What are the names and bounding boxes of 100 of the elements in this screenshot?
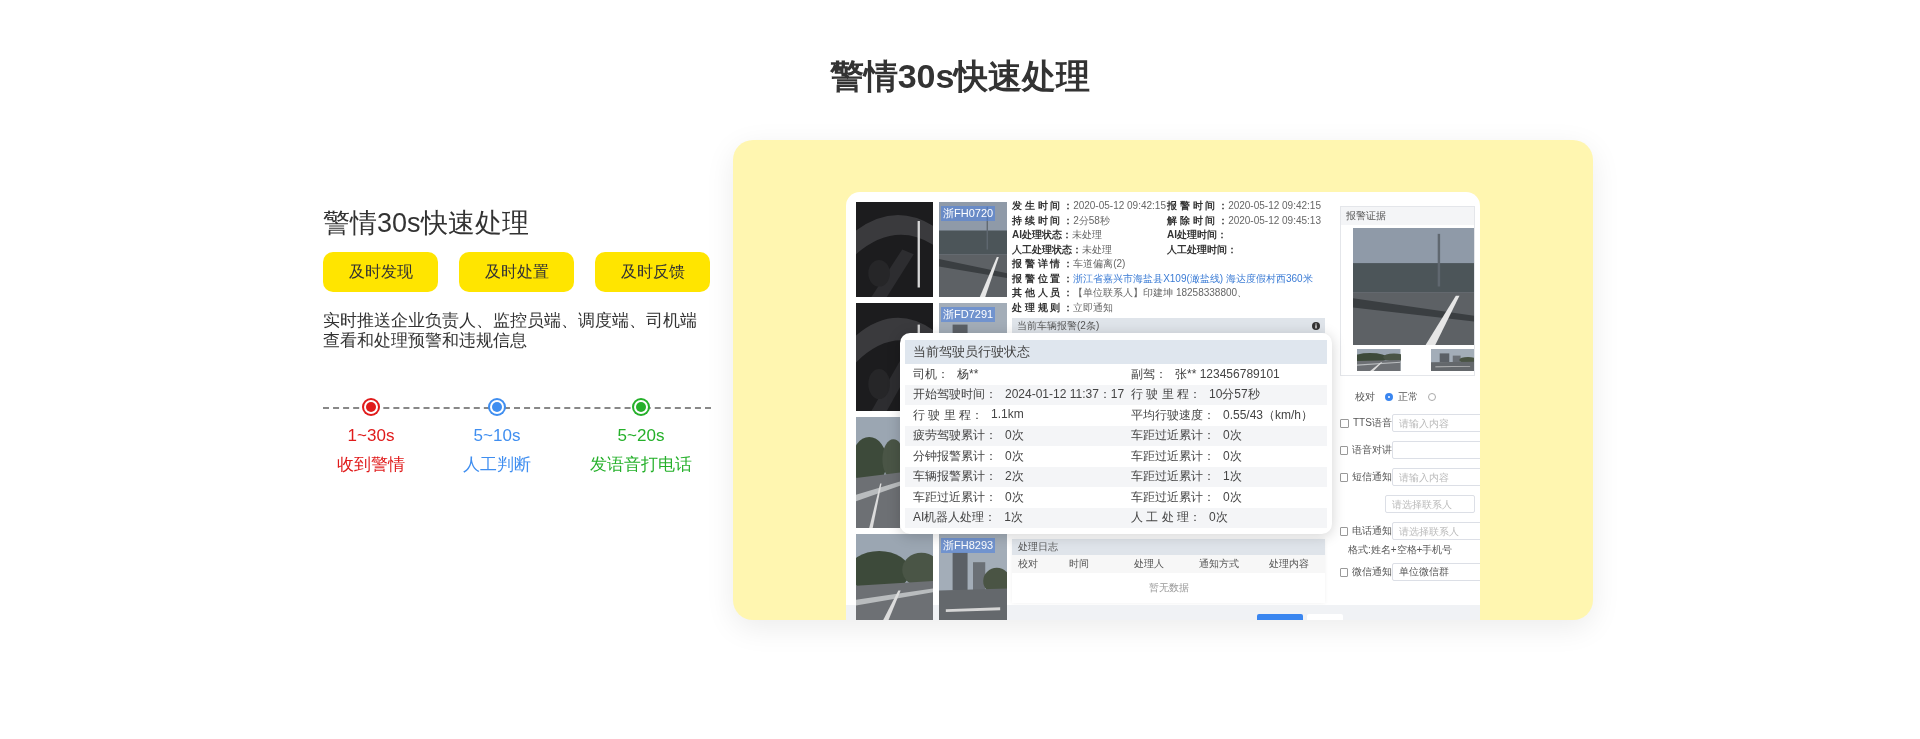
timeline-label: 人工判断 [463, 455, 531, 475]
column-header: 处理内容 [1268, 557, 1310, 571]
field-label: 报 警 位 置 ： [1012, 271, 1074, 286]
column-header: 通知方式 [1198, 557, 1240, 571]
page-title: 警情30s快速处理 [829, 56, 1091, 96]
field-value: 立即通知 [1073, 300, 1114, 315]
input-field[interactable]: 请选择联系人 [1392, 522, 1480, 540]
feature-description: 实时推送企业负责人、监控员端、调度端、司机端查看和处理预警和违规信息 [323, 310, 698, 350]
status-label: 车距过近累计： [913, 488, 997, 506]
field-label: 其 他 人 员 ： [1012, 286, 1074, 300]
status-value: 2024-01-12 11:37：17 [1005, 386, 1125, 404]
status-value: 10分57秒 [1209, 386, 1260, 404]
feature-tag: 及时处置 [459, 252, 574, 292]
info-icon[interactable] [1312, 321, 1320, 330]
timeline-time: 1~30s [347, 426, 395, 446]
feature-tag: 及时反馈 [595, 252, 710, 292]
column-header: 处理人 [1133, 557, 1165, 571]
status-label: 车距过近累计： [1131, 468, 1215, 486]
review-label: 校对 [1355, 390, 1375, 404]
column-header: 时间 [1068, 557, 1090, 571]
status-value: 1次 [1223, 468, 1242, 486]
notification-label: 电话通知 [1352, 524, 1392, 538]
field-value: 2020-05-12 09:42:15 [1073, 199, 1166, 213]
input-field[interactable]: 请输入内容 [1391, 414, 1480, 432]
status-value: 杨** [957, 365, 979, 383]
field-label: 人工处理状态： [1012, 242, 1082, 257]
location-link[interactable]: 浙江省嘉兴市海盐县X109(澉盐线) 海达度假村西360米 [1073, 271, 1313, 286]
field-value: 2分58秒 [1073, 213, 1110, 228]
field-value: 【单位联系人】印建坤 18258338800、 [1073, 286, 1248, 300]
evidence-title: 报警证据 [1346, 209, 1386, 223]
checkbox[interactable] [1340, 445, 1348, 455]
status-label: 司机： [913, 365, 949, 383]
notification-label: 微信通知 [1352, 565, 1392, 579]
status-label: 疲劳驾驶累计： [913, 427, 997, 445]
checkbox[interactable] [1340, 526, 1348, 536]
timeline-time: 5~10s [473, 426, 521, 446]
input-field[interactable]: 请选择联系人 [1385, 495, 1475, 513]
checkbox[interactable] [1340, 472, 1348, 482]
timeline-label: 发语音打电话 [590, 455, 692, 475]
status-label: AI机器人处理： [913, 509, 997, 527]
plate-label: 浙FH0720 [941, 206, 996, 221]
field-label: 解 除 时 间 ： [1167, 213, 1229, 228]
status-label: 行 驶 里 程： [1131, 386, 1201, 404]
field-label: AI处理状态： [1012, 228, 1072, 242]
field-label: 报 警 详 情 ： [1012, 257, 1074, 271]
notification-label: TTS语音 [1353, 416, 1392, 430]
status-label: 平均行驶速度： [1131, 406, 1215, 424]
status-value: 0次 [1005, 488, 1024, 506]
format-hint: 格式:姓名+空格+手机号 [1348, 543, 1454, 557]
status-value: 张** 123456789101 [1175, 365, 1280, 383]
status-label: 车距过近累计： [1131, 447, 1215, 465]
status-label: 开始驾驶时间： [913, 386, 997, 404]
notification-label: 短信通知 [1352, 470, 1392, 484]
alarm-bar-title: 当前车辆报警(2条) [1017, 318, 1100, 333]
status-value: 0次 [1223, 427, 1242, 445]
checkbox[interactable] [1340, 567, 1348, 577]
field-value: 未处理 [1072, 228, 1102, 242]
field-label: 人工处理时间： [1167, 242, 1237, 257]
status-value: 0次 [1005, 447, 1024, 465]
field-label: 持 续 时 间 ： [1012, 213, 1074, 228]
field-value: 2020-05-12 09:42:15 [1228, 199, 1321, 213]
input-field[interactable]: 单位微信群 [1392, 563, 1480, 581]
input-field[interactable] [1392, 441, 1480, 459]
plate-label: 浙FD7291 [941, 307, 996, 322]
feature-title: 警情30s快速处理 [323, 207, 530, 240]
status-label: 副驾： [1131, 365, 1167, 383]
log-title: 处理日志 [1018, 540, 1058, 554]
checkbox[interactable] [1340, 418, 1349, 428]
plate-label: 浙FH8293 [941, 538, 996, 553]
timeline-label: 收到警情 [337, 455, 405, 475]
status-label: 车辆报警累计： [913, 468, 997, 486]
status-value: 1.1km [991, 406, 1024, 423]
field-value: 车道偏离(2) [1073, 257, 1126, 271]
status-label: 分钟报警累计： [913, 447, 997, 465]
field-value: 2020-05-12 09:45:13 [1228, 213, 1321, 228]
field-label: 报 警 时 间 ： [1167, 199, 1229, 213]
status-value: 0次 [1223, 488, 1242, 506]
status-label: 人 工 处 理： [1131, 509, 1201, 527]
input-field[interactable]: 请输入内容 [1392, 468, 1480, 486]
empty-text: 暂无数据 [1148, 581, 1189, 595]
field-label: 处 理 规 则 ： [1012, 300, 1074, 315]
field-label: 发 生 时 间 ： [1012, 199, 1074, 213]
field-value: 未处理 [1082, 242, 1112, 257]
status-value: 0次 [1005, 427, 1024, 445]
status-value: 1次 [1004, 509, 1024, 527]
feature-tag: 及时发现 [323, 252, 438, 292]
status-value: 2次 [1005, 468, 1024, 486]
status-label: 车距过近累计： [1131, 427, 1215, 445]
popup-title: 当前驾驶员行驶状态 [913, 343, 1030, 361]
timeline-time: 5~20s [617, 426, 665, 446]
notification-label: 语音对讲 [1352, 443, 1392, 457]
status-label: 车距过近累计： [1131, 488, 1215, 506]
status-value: 0.55/43（km/h） [1223, 406, 1314, 424]
field-label: AI处理时间： [1167, 228, 1227, 242]
status-value: 0次 [1209, 509, 1228, 527]
column-header: 校对 [1018, 557, 1039, 571]
status-label: 行 驶 里 程： [913, 406, 983, 424]
status-value: 0次 [1223, 447, 1242, 465]
radio-option[interactable]: 正常 [1385, 390, 1418, 404]
alarm-bar[interactable]: 当前车辆报警(2条) [1012, 318, 1325, 333]
